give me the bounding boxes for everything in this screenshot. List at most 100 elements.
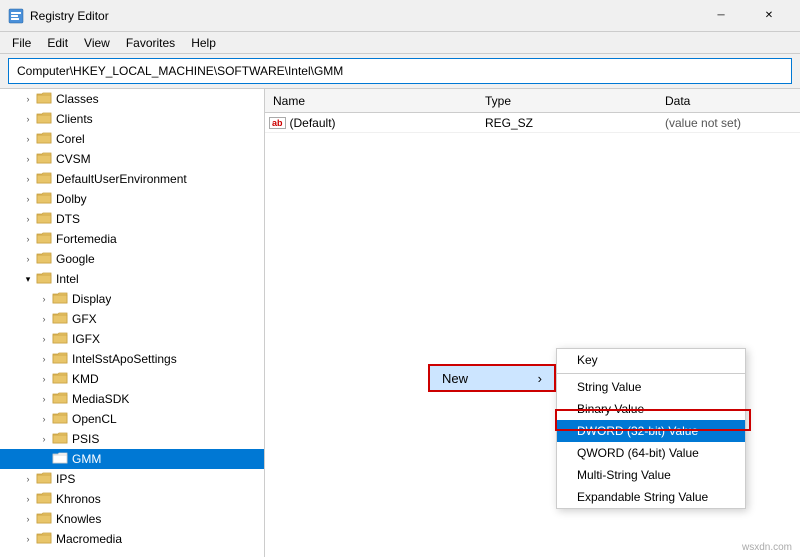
tree-item-label: Google xyxy=(56,252,95,266)
folder-icon xyxy=(36,131,52,145)
folder-icon-wrap xyxy=(36,91,52,108)
tree-item-label: Knowles xyxy=(56,512,101,526)
tree-item[interactable]: › Dolby xyxy=(0,189,264,209)
tree-arrow-icon[interactable]: › xyxy=(20,171,36,187)
folder-icon-wrap xyxy=(52,331,68,348)
ctx-key[interactable]: Key xyxy=(557,349,745,371)
menu-item-edit[interactable]: Edit xyxy=(39,34,76,52)
tree-item[interactable]: › Fortemedia xyxy=(0,229,264,249)
tree-arrow-icon[interactable]: › xyxy=(36,331,52,347)
tree-item[interactable]: › Display xyxy=(0,289,264,309)
tree-item[interactable]: › OpenCL xyxy=(0,409,264,429)
tree-arrow-icon[interactable]: › xyxy=(36,391,52,407)
tree-item[interactable]: GMM xyxy=(0,449,264,469)
tree-item[interactable]: › IntelSstApoSettings xyxy=(0,349,264,369)
tree-item[interactable]: › IGFX xyxy=(0,329,264,349)
folder-icon-wrap xyxy=(52,371,68,388)
tree-item[interactable]: ▾ Intel xyxy=(0,269,264,289)
tree-item[interactable]: › Classes xyxy=(0,89,264,109)
folder-icon xyxy=(36,271,52,285)
tree-item[interactable]: › GFX xyxy=(0,309,264,329)
folder-icon-wrap xyxy=(36,531,52,548)
tree-arrow-icon[interactable]: › xyxy=(20,211,36,227)
tree-arrow-icon[interactable]: › xyxy=(20,151,36,167)
tree-item-label: Macromedia xyxy=(56,532,122,546)
tree-item-label: Fortemedia xyxy=(56,232,117,246)
tree-item[interactable]: › IPS xyxy=(0,469,264,489)
tree-item[interactable]: › MediaSDK xyxy=(0,389,264,409)
menu-item-help[interactable]: Help xyxy=(183,34,224,52)
tree-item[interactable]: › Clients xyxy=(0,109,264,129)
tree-item[interactable]: › Corel xyxy=(0,129,264,149)
tree-item[interactable]: › Knowles xyxy=(0,509,264,529)
tree-arrow-icon[interactable]: › xyxy=(36,411,52,427)
ctx-dword-value[interactable]: DWORD (32-bit) Value xyxy=(557,420,745,442)
ctx-multi-string-value[interactable]: Multi-String Value xyxy=(557,464,745,486)
minimize-button[interactable]: ─ xyxy=(698,0,744,32)
tree-arrow-icon[interactable]: › xyxy=(20,251,36,267)
ctx-string-value[interactable]: String Value xyxy=(557,376,745,398)
tree-arrow-icon[interactable]: › xyxy=(36,371,52,387)
tree-item-label: KMD xyxy=(72,372,99,386)
tree-item[interactable]: › PSIS xyxy=(0,429,264,449)
tree-arrow-icon[interactable]: › xyxy=(36,351,52,367)
tree-scroll[interactable]: › Classes› Clients› Corel› CVSM› Default… xyxy=(0,89,264,557)
tree-arrow-icon[interactable]: ▾ xyxy=(20,271,36,287)
tree-arrow-icon[interactable]: › xyxy=(20,111,36,127)
folder-icon-wrap xyxy=(36,511,52,528)
tree-arrow-icon[interactable]: › xyxy=(20,191,36,207)
col-type-header: Type xyxy=(485,94,665,108)
menu-item-favorites[interactable]: Favorites xyxy=(118,34,183,52)
tree-item-label: GMM xyxy=(72,452,101,466)
tree-item-label: MediaSDK xyxy=(72,392,129,406)
folder-icon-wrap xyxy=(36,231,52,248)
tree-item-label: IPS xyxy=(56,472,75,486)
folder-icon-wrap xyxy=(36,111,52,128)
cell-data: (value not set) xyxy=(665,116,800,130)
tree-item[interactable]: › KMD xyxy=(0,369,264,389)
new-submenu-button[interactable]: New › xyxy=(428,364,556,392)
tree-arrow-icon[interactable]: › xyxy=(36,291,52,307)
folder-icon xyxy=(52,351,68,365)
tree-arrow-icon[interactable] xyxy=(36,451,52,467)
folder-icon xyxy=(52,311,68,325)
folder-icon-wrap xyxy=(52,451,68,468)
folder-icon xyxy=(36,151,52,165)
folder-icon-wrap xyxy=(36,151,52,168)
ctx-qword-value[interactable]: QWORD (64-bit) Value xyxy=(557,442,745,464)
ctx-expandable-string-value[interactable]: Expandable String Value xyxy=(557,486,745,508)
tree-arrow-icon[interactable]: › xyxy=(20,531,36,547)
table-header: Name Type Data xyxy=(265,89,800,113)
tree-item-label: Clients xyxy=(56,112,93,126)
tree-item-label: Dolby xyxy=(56,192,87,206)
window-controls: ─ ✕ xyxy=(698,0,792,32)
tree-item[interactable]: › DefaultUserEnvironment xyxy=(0,169,264,189)
tree-item[interactable]: › Macromedia xyxy=(0,529,264,549)
tree-arrow-icon[interactable]: › xyxy=(20,131,36,147)
folder-icon-wrap xyxy=(52,431,68,448)
close-button[interactable]: ✕ xyxy=(746,0,792,32)
folder-icon-wrap xyxy=(52,311,68,328)
folder-icon xyxy=(36,511,52,525)
address-path: Computer\HKEY_LOCAL_MACHINE\SOFTWARE\Int… xyxy=(17,64,343,78)
tree-arrow-icon[interactable]: › xyxy=(20,491,36,507)
folder-icon xyxy=(36,171,52,185)
tree-arrow-icon[interactable]: › xyxy=(20,471,36,487)
folder-icon xyxy=(52,431,68,445)
tree-item[interactable]: › CVSM xyxy=(0,149,264,169)
tree-arrow-icon[interactable]: › xyxy=(20,91,36,107)
tree-arrow-icon[interactable]: › xyxy=(36,431,52,447)
tree-item-label: Classes xyxy=(56,92,99,106)
tree-item[interactable]: › Google xyxy=(0,249,264,269)
address-bar[interactable]: Computer\HKEY_LOCAL_MACHINE\SOFTWARE\Int… xyxy=(8,58,792,84)
menu-item-view[interactable]: View xyxy=(76,34,118,52)
tree-arrow-icon[interactable]: › xyxy=(20,231,36,247)
tree-item[interactable]: › DTS xyxy=(0,209,264,229)
table-row[interactable]: ab (Default) REG_SZ (value not set) xyxy=(265,113,800,133)
tree-arrow-icon[interactable]: › xyxy=(36,311,52,327)
ctx-binary-value[interactable]: Binary Value xyxy=(557,398,745,420)
col-name-header: Name xyxy=(265,94,485,108)
tree-item[interactable]: › Khronos xyxy=(0,489,264,509)
tree-arrow-icon[interactable]: › xyxy=(20,511,36,527)
menu-item-file[interactable]: File xyxy=(4,34,39,52)
